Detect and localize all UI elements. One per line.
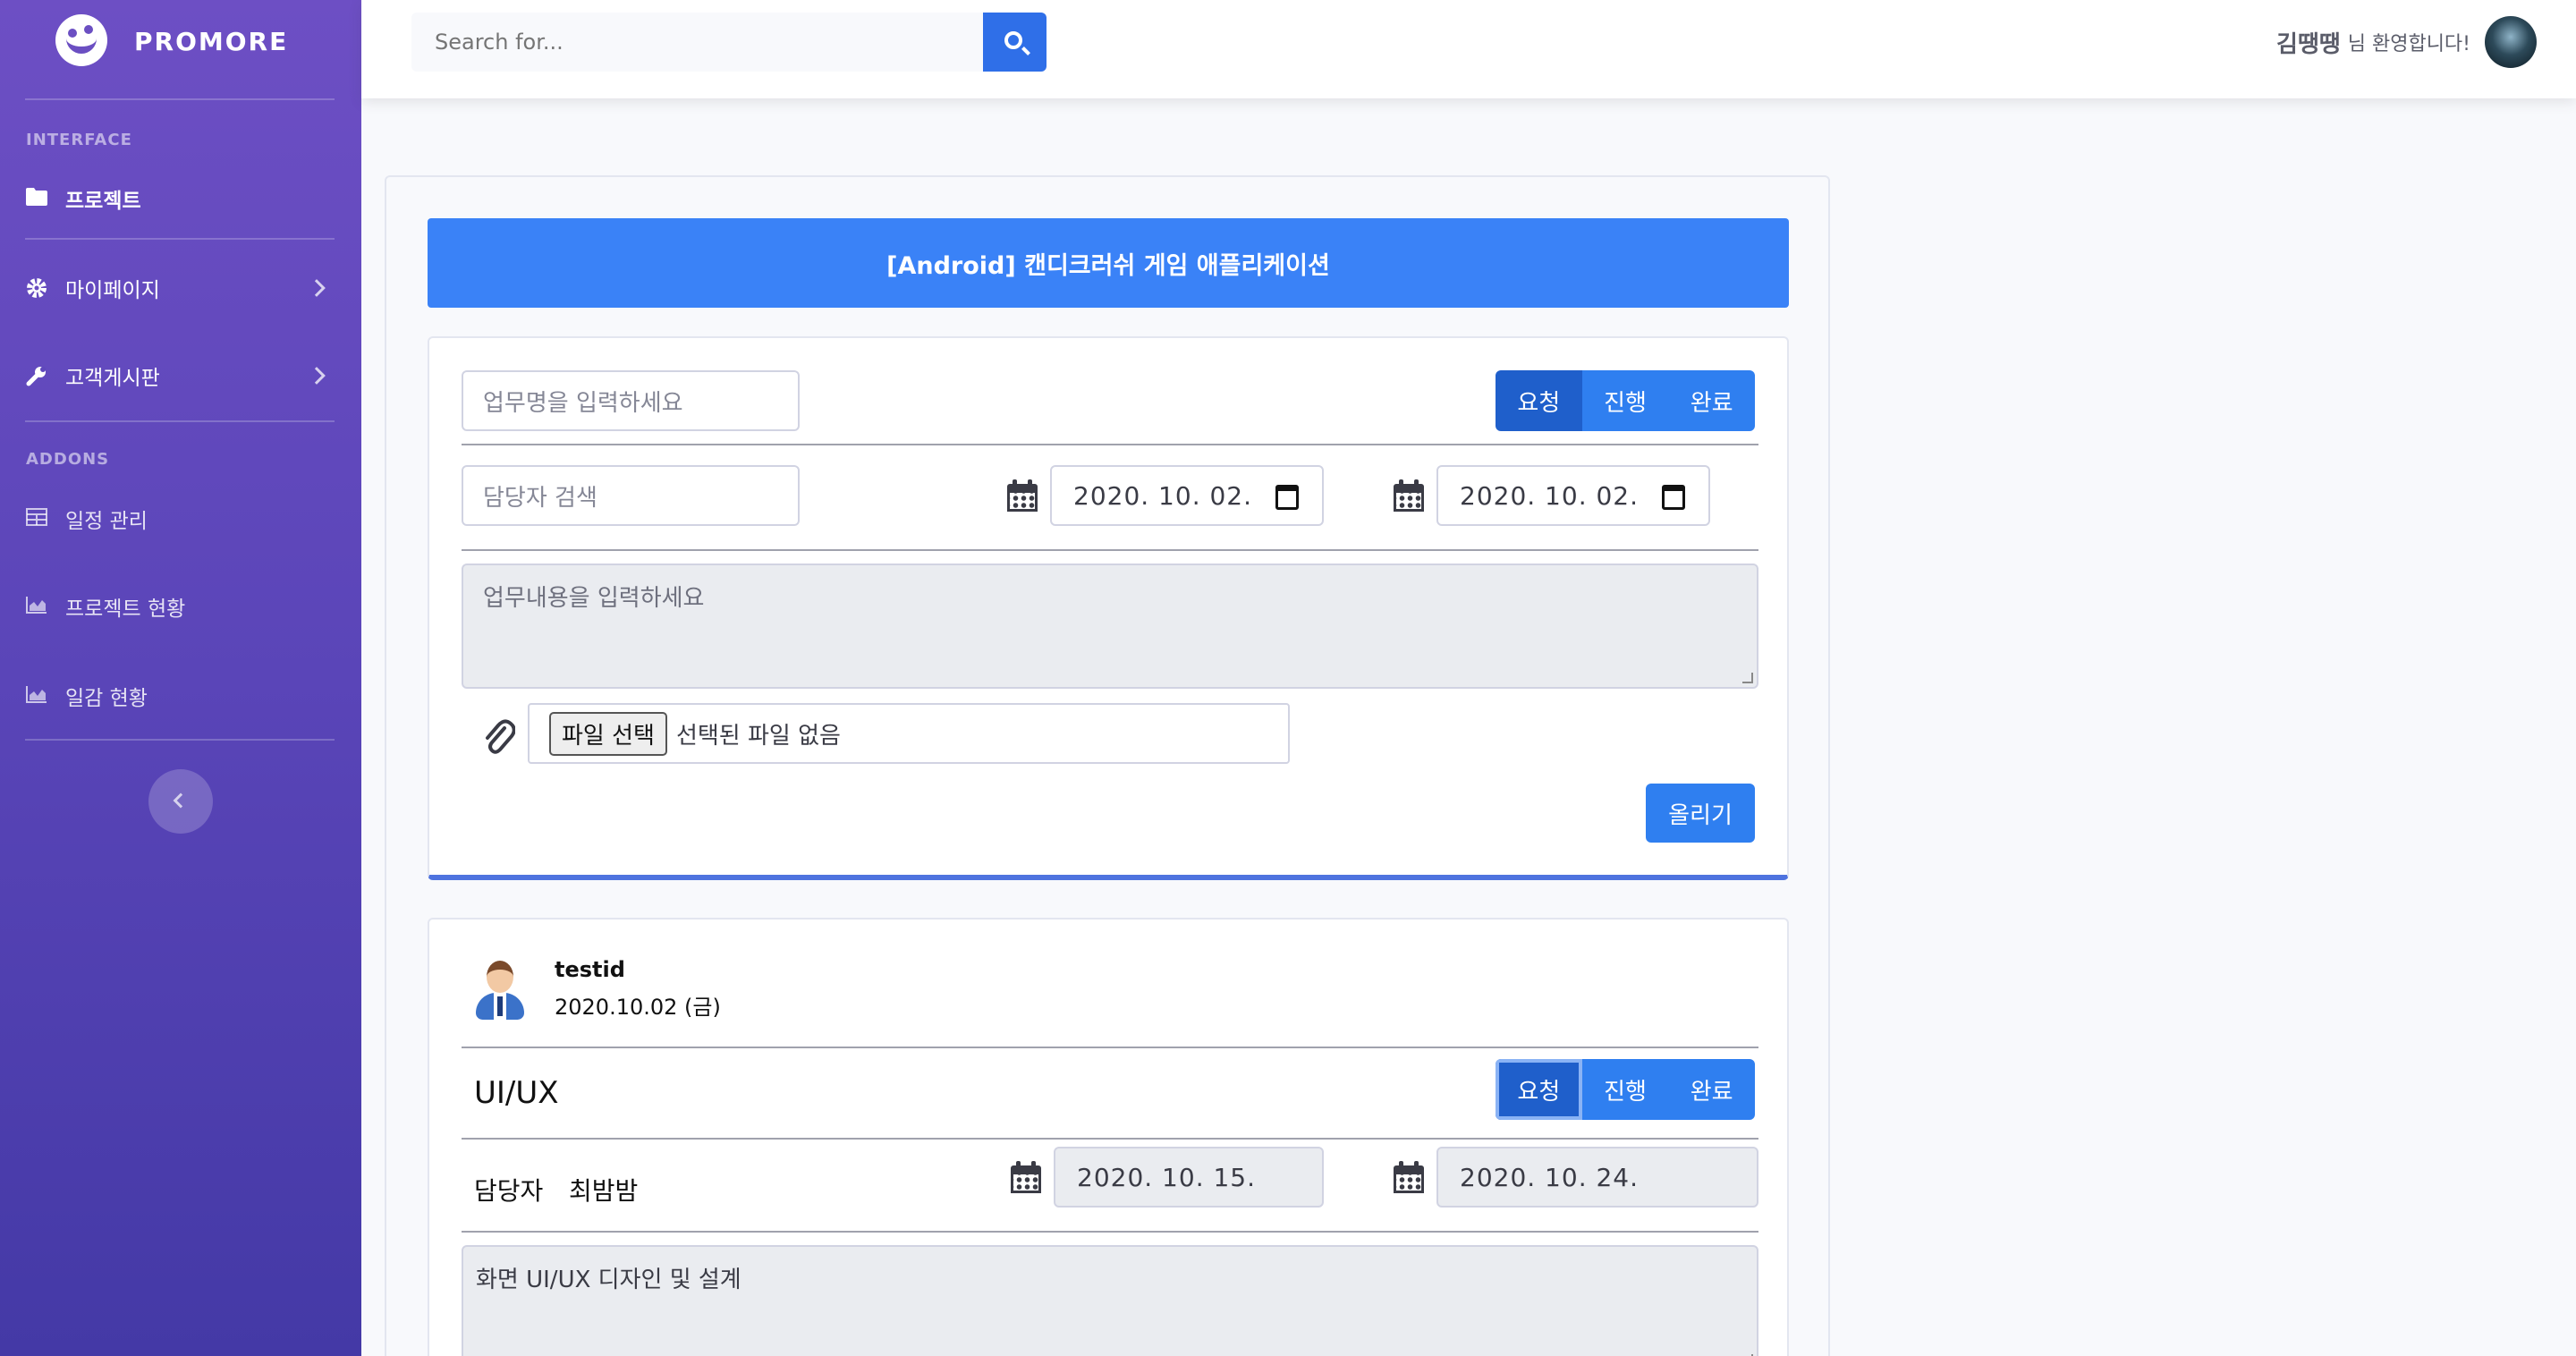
user-avatar-icon (474, 959, 526, 1021)
calendar-icon (1011, 1161, 1041, 1193)
submit-button[interactable]: 올리기 (1646, 784, 1755, 843)
date-picker-icon[interactable] (1662, 485, 1685, 510)
assignee-value: 최밤밤 (569, 1176, 639, 1206)
status-progress-button[interactable]: 진행 (1581, 1059, 1669, 1120)
sidebar-item-label: 프로젝트 현황 (65, 597, 186, 621)
status-done-button[interactable]: 완료 (1668, 1059, 1755, 1120)
sidebar-item-schedule[interactable]: 일정 관리 (26, 499, 335, 538)
start-date-value: 2020. 10. 15. (1077, 1162, 1257, 1192)
sidebar-heading-addons: ADDONS (26, 450, 110, 469)
sidebar-item-project-status[interactable]: 프로젝트 현황 (26, 587, 335, 626)
search-form (411, 13, 1046, 72)
chevron-right-icon (308, 279, 326, 297)
topbar: 김땡땡 님 환영합니다! (361, 0, 2576, 98)
folder-icon (26, 188, 51, 209)
calendar-icon (1394, 1161, 1424, 1193)
brand-name: PROMORE (134, 27, 289, 56)
gear-icon (26, 277, 51, 299)
post-title: UI/UX (474, 1075, 559, 1111)
sidebar-item-label: 일감 현황 (65, 687, 148, 710)
status-toggle: 요청 진행 완료 (1496, 370, 1755, 431)
search-icon (1004, 31, 1023, 49)
sidebar-heading-interface: INTERFACE (26, 131, 132, 149)
sidebar-item-label: 프로젝트 (65, 190, 141, 213)
area-chart-icon (26, 685, 51, 707)
sidebar-divider (25, 420, 335, 422)
brand[interactable]: PROMORE (0, 0, 361, 82)
status-request-button[interactable]: 요청 (1496, 1059, 1582, 1120)
chevron-right-icon (308, 367, 326, 385)
post-author: testid (555, 957, 625, 982)
end-date-value: 2020. 10. 24. (1460, 1162, 1640, 1192)
divider (462, 1138, 1758, 1140)
welcome-text: 님 환영합니다! (2347, 33, 2470, 55)
wrench-icon (26, 365, 51, 386)
search-input[interactable] (411, 13, 984, 72)
avatar[interactable] (2485, 16, 2537, 68)
end-date-input[interactable]: 2020. 10. 02. (1436, 465, 1710, 526)
sidebar-divider (25, 238, 335, 240)
sidebar-item-mypage[interactable]: 마이페이지 (26, 268, 335, 308)
post-content: 화면 UI/UX 디자인 및 설계 (476, 1267, 741, 1293)
user-menu[interactable]: 김땡땡 님 환영합니다! (2276, 16, 2537, 68)
status-done-button[interactable]: 완료 (1668, 370, 1755, 431)
sidebar-item-label: 고객게시판 (65, 367, 160, 390)
assignee-label: 담당자 (474, 1176, 544, 1206)
status-progress-button[interactable]: 진행 (1581, 370, 1669, 431)
file-select-button[interactable]: 파일 선택 (549, 711, 667, 756)
calendar-icon (1007, 479, 1038, 512)
task-post: testid 2020.10.02 (금) UI/UX 요청 진행 완료 담당자… (428, 918, 1789, 1356)
date-picker-icon[interactable] (1275, 485, 1299, 510)
calendar-icon (1394, 479, 1424, 512)
start-date-value: 2020. 10. 02. (1073, 480, 1253, 511)
assignee-search-input[interactable]: 담당자 검색 (462, 465, 800, 526)
sidebar-item-project[interactable]: 프로젝트 (26, 179, 335, 218)
search-button[interactable] (983, 13, 1046, 72)
end-date-value: 2020. 10. 02. (1460, 480, 1640, 511)
post-content-textarea[interactable]: 화면 UI/UX 디자인 및 설계 (462, 1245, 1758, 1356)
resize-handle[interactable] (1742, 673, 1753, 683)
area-chart-icon (26, 596, 51, 617)
sidebar-item-task-status[interactable]: 일감 현황 (26, 676, 335, 716)
status-toggle: 요청 진행 완료 (1496, 1059, 1755, 1120)
status-request-button[interactable]: 요청 (1496, 370, 1582, 431)
task-name-input[interactable]: 업무명을 입력하세요 (462, 370, 800, 431)
sidebar-divider (25, 98, 335, 100)
task-content-placeholder: 업무내용을 입력하세요 (483, 585, 705, 612)
chevron-left-icon (173, 792, 189, 809)
post-date: 2020.10.02 (금) (555, 995, 721, 1020)
paperclip-icon (483, 717, 516, 757)
new-task-form: 업무명을 입력하세요 요청 진행 완료 담당자 검색 2020. 10. 02.… (428, 336, 1789, 880)
project-card: [Android] 캔디크러쉬 게임 애플리케이션 업무명을 입력하세요 요청 … (385, 175, 1830, 1356)
sidebar-divider (25, 739, 335, 741)
divider (462, 1047, 1758, 1048)
sidebar-item-label: 일정 관리 (65, 510, 148, 533)
table-icon (26, 508, 51, 530)
divider (462, 444, 1758, 445)
start-date-display: 2020. 10. 15. (1054, 1147, 1324, 1208)
task-content-textarea[interactable]: 업무내용을 입력하세요 (462, 564, 1758, 689)
end-date-display: 2020. 10. 24. (1436, 1147, 1758, 1208)
divider (462, 549, 1758, 551)
sidebar-item-label: 마이페이지 (65, 279, 160, 302)
start-date-input[interactable]: 2020. 10. 02. (1050, 465, 1324, 526)
file-status: 선택된 파일 없음 (675, 722, 841, 750)
sidebar-item-board[interactable]: 고객게시판 (26, 356, 335, 395)
file-input[interactable]: 파일 선택 선택된 파일 없음 (528, 703, 1290, 764)
project-title: [Android] 캔디크러쉬 게임 애플리케이션 (428, 218, 1789, 308)
sidebar: PROMORE INTERFACE 프로젝트 마이페이지 고객게시판 ADDON… (0, 0, 361, 1356)
user-name: 김땡땡 (2275, 30, 2341, 58)
divider (462, 1231, 1758, 1233)
smile-logo-icon (55, 14, 107, 66)
sidebar-toggle-button[interactable] (148, 769, 213, 834)
